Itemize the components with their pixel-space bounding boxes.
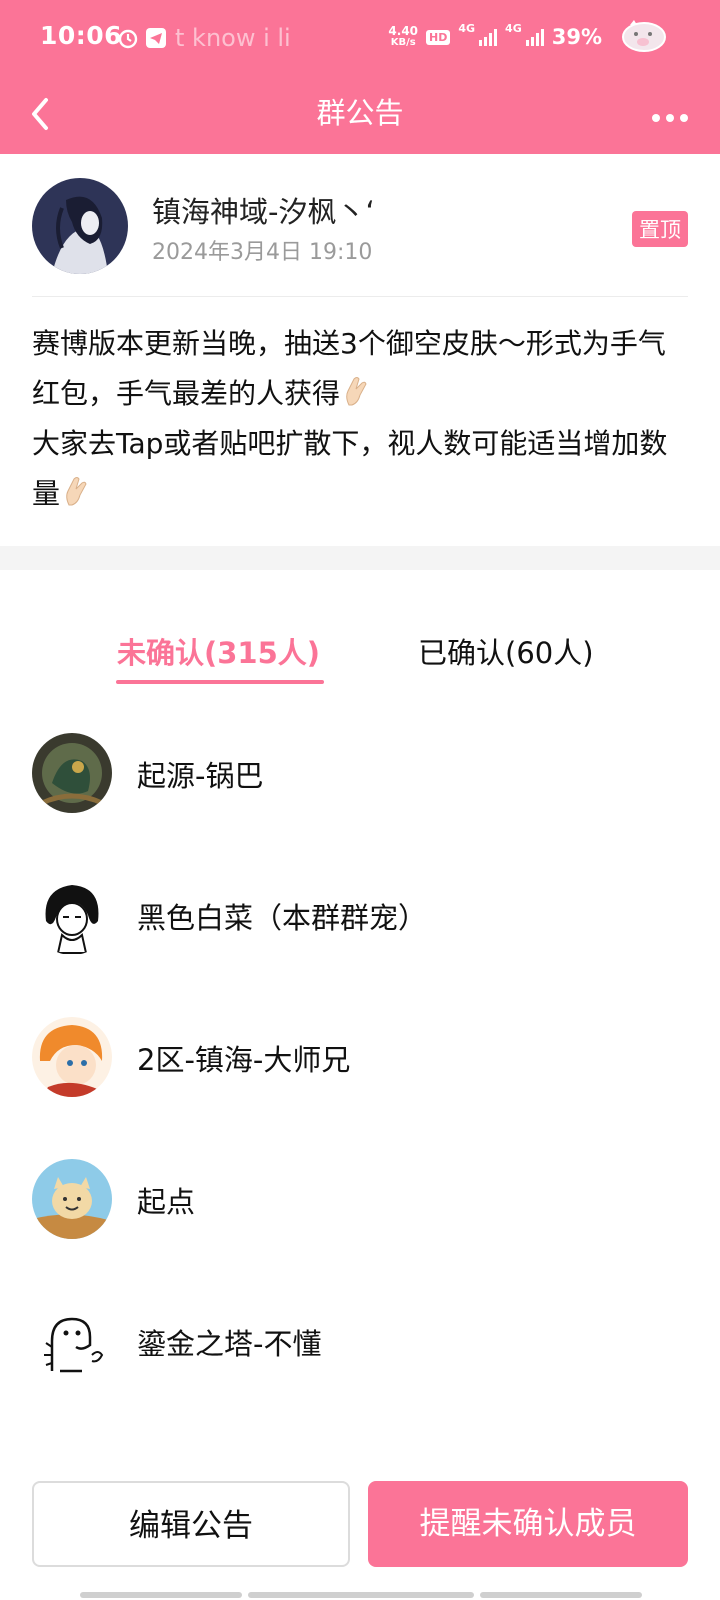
more-icon[interactable] <box>642 88 698 134</box>
list-item[interactable]: 黑色白菜（本群群宠） <box>0 865 720 965</box>
active-tab-indicator <box>116 680 324 684</box>
status-left-icons: t know i li <box>117 24 291 52</box>
member-name: 起点 <box>137 1185 196 1219</box>
signal-icon <box>479 28 498 46</box>
tab-unconfirmed[interactable]: 未确认(315人) <box>117 630 320 672</box>
crossed-fingers-emoji-icon <box>346 377 367 406</box>
page-title: 群公告 <box>316 96 404 130</box>
network-type-2: 4G <box>505 22 522 35</box>
nav-bar: 群公告 <box>0 76 720 154</box>
timer-icon <box>118 29 138 49</box>
member-avatar <box>32 875 112 955</box>
announcement-content: 赛博版本更新当晚，抽送3个御空皮肤～形式为手气红包，手气最差的人获得 大家去Ta… <box>32 319 668 519</box>
member-avatar <box>32 733 112 813</box>
gesture-bar <box>80 1592 642 1598</box>
member-name: 鎏金之塔-不懂 <box>137 1327 322 1361</box>
battery-percent: 39% <box>551 25 602 49</box>
post-time: 2024年3月4日 19:10 <box>152 240 373 265</box>
confirm-tabs: 未确认(315人) 已确认(60人) <box>0 570 720 690</box>
divider <box>32 296 688 297</box>
list-item[interactable]: 2区-镇海-大师兄 <box>0 1007 720 1107</box>
battery-pig-icon <box>622 20 666 52</box>
network-type-1: 4G <box>458 22 476 35</box>
member-avatar <box>32 1017 112 1097</box>
list-item[interactable]: 起源-锅巴 <box>0 723 720 823</box>
crossed-fingers-emoji-icon <box>66 477 87 506</box>
status-notification-text: t know i li <box>175 24 291 52</box>
hd-icon: HD <box>426 29 451 45</box>
network-speed-unit: KB/s <box>390 37 416 48</box>
status-time: 10:06 <box>40 21 123 50</box>
remind-unconfirmed-button[interactable]: 提醒未确认成员 <box>368 1481 688 1567</box>
author-name[interactable]: 镇海神域-汐枫丶ʻ <box>152 189 375 231</box>
member-avatar <box>32 1159 112 1239</box>
announcement-line-2: 大家去Tap或者贴吧扩散下，视人数可能适当增加数量 <box>32 427 668 510</box>
section-separator <box>0 546 720 570</box>
member-name: 2区-镇海-大师兄 <box>137 1043 351 1077</box>
header: 10:06 t know i li 4.40 KB/s HD 4G 4G 39%… <box>0 0 720 154</box>
member-name: 起源-锅巴 <box>137 759 264 793</box>
edit-announcement-button[interactable]: 编辑公告 <box>32 1481 350 1567</box>
signal-icon-2 <box>525 28 544 46</box>
tab-confirmed[interactable]: 已确认(60人) <box>418 630 594 672</box>
author-avatar[interactable] <box>32 178 128 274</box>
member-name: 黑色白菜（本群群宠） <box>137 901 428 935</box>
announcement-line-1: 赛博版本更新当晚，抽送3个御空皮肤～形式为手气红包，手气最差的人获得 <box>32 327 666 410</box>
announcement-card: 镇海神域-汐枫丶ʻ 2024年3月4日 19:10 置顶 赛博版本更新当晚，抽送… <box>0 154 720 546</box>
pinned-badge: 置顶 <box>632 211 688 247</box>
network-speed: 4.40 KB/s <box>388 25 418 49</box>
telegram-icon <box>146 28 166 48</box>
member-avatar <box>32 1301 112 1381</box>
status-right-icons: 4.40 KB/s HD 4G 4G 39% <box>388 22 602 52</box>
list-item[interactable]: 起点 <box>0 1149 720 1249</box>
network-speed-value: 4.40 <box>388 24 419 38</box>
list-item[interactable]: 鎏金之塔-不懂 <box>0 1291 720 1391</box>
status-bar: 10:06 t know i li 4.40 KB/s HD 4G 4G 39% <box>0 0 720 76</box>
